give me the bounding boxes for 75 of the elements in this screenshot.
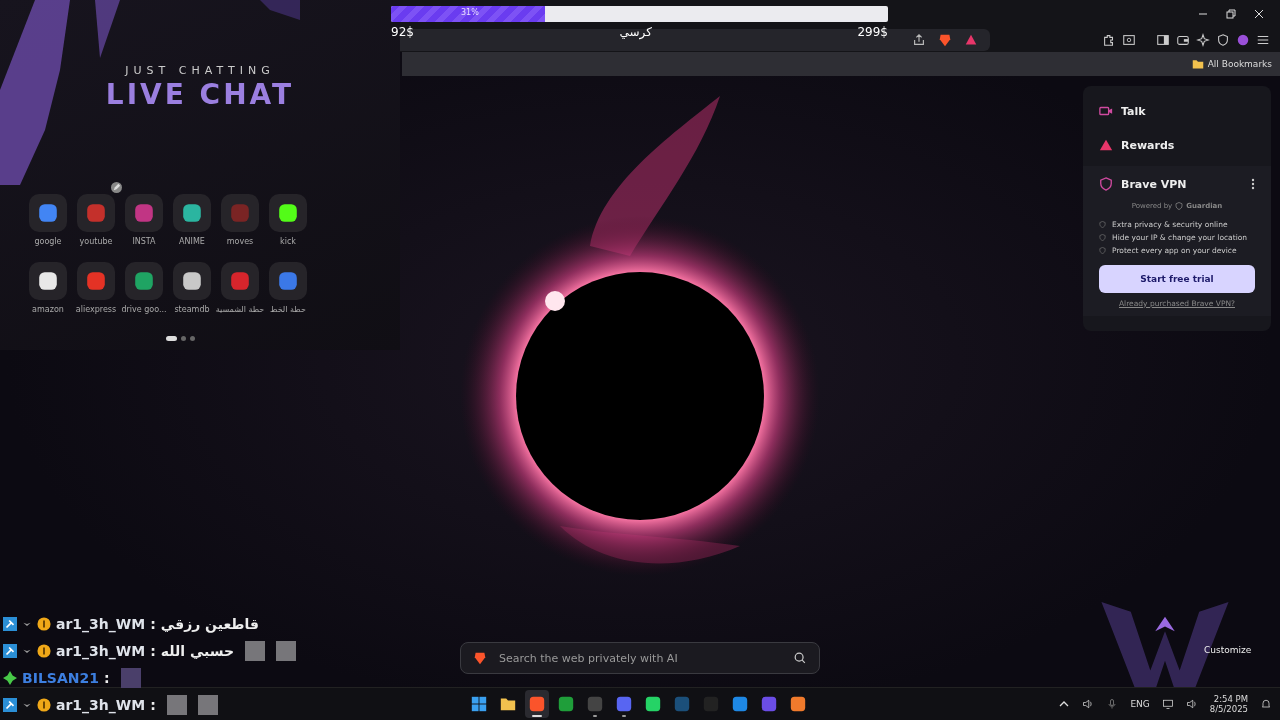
chat-username: ar1_3h_WM: [56, 616, 146, 632]
emote-image: [245, 641, 266, 661]
silhouette-drawing: [260, 0, 300, 20]
hammer-badge-icon: [3, 617, 17, 631]
chat-separator: :: [150, 697, 156, 713]
goal-amount: 299$: [857, 25, 888, 39]
app-icon: [615, 695, 633, 713]
puzzle-icon[interactable]: [1102, 33, 1116, 47]
menu-icon[interactable]: [1256, 33, 1270, 47]
close-icon[interactable]: [1254, 9, 1264, 19]
search-icon[interactable]: [1122, 33, 1136, 47]
customize-button[interactable]: Customize: [1204, 645, 1252, 655]
panel-item[interactable]: Talk: [1083, 94, 1271, 128]
chat-separator: :: [103, 670, 110, 686]
app-icon: [528, 695, 546, 713]
sparkle-icon[interactable]: [1196, 33, 1210, 47]
clock[interactable]: 2:54 PM 8/5/2025: [1209, 693, 1248, 715]
chat-separator: :: [150, 643, 156, 659]
app-icon: [731, 695, 749, 713]
emote-image: [166, 695, 187, 715]
gem-badge-icon: [3, 671, 17, 685]
search-field[interactable]: Search the web privately with AI: [460, 642, 820, 674]
sidebar-icon[interactable]: [1156, 33, 1170, 47]
shield-icon: [1099, 177, 1113, 191]
taskbar-app[interactable]: [525, 690, 549, 718]
silhouette-drawing: [95, 0, 120, 58]
overlay-subtitle: JUST CHATTING: [123, 64, 276, 77]
coin-badge-icon: [37, 617, 51, 631]
vpn-title: Brave VPN: [1121, 177, 1187, 191]
overlay-title: LIVE CHAT: [104, 78, 296, 111]
current-amount: 92$: [391, 25, 414, 39]
speaker-icon[interactable]: [1185, 698, 1198, 710]
emote-image: [276, 641, 297, 661]
camera-icon: [1099, 104, 1113, 118]
app-icon: [586, 695, 604, 713]
page-dot[interactable]: [190, 336, 195, 341]
app-icon: [789, 695, 807, 713]
folder-icon: [1191, 58, 1204, 70]
panel-item[interactable]: Rewards: [1083, 128, 1271, 162]
app-icon: [644, 695, 662, 713]
pencil-icon[interactable]: [111, 182, 122, 193]
chat-separator: :: [150, 616, 156, 632]
coin-badge-icon: [37, 644, 51, 658]
language-indicator[interactable]: ENG: [1130, 699, 1150, 709]
chat-username: ar1_3h_WM: [56, 697, 146, 713]
hammer-badge-icon: [3, 698, 17, 712]
shield-icon[interactable]: [1216, 33, 1230, 47]
goal-title: كرسي: [619, 25, 652, 39]
app-icon: [673, 695, 691, 713]
windows-icon: [470, 695, 488, 713]
more-icon[interactable]: [1251, 178, 1255, 190]
speaker-icon[interactable]: [1082, 698, 1095, 710]
shield-icon: [1175, 202, 1184, 210]
wallet-icon[interactable]: [1176, 33, 1190, 47]
share-icon[interactable]: [912, 33, 926, 47]
search-icon: [793, 651, 807, 665]
chat-message: حسبي الله: [160, 643, 235, 659]
restore-icon[interactable]: [1226, 9, 1236, 19]
app-icon: [557, 695, 575, 713]
triangle-icon: [1099, 138, 1113, 152]
page-dot[interactable]: [181, 336, 186, 341]
bookmarks-link[interactable]: All Bookmarks: [1207, 59, 1272, 69]
microphone-icon[interactable]: [1106, 698, 1119, 710]
hammer-badge-icon: [3, 644, 17, 658]
notification-icon[interactable]: [1260, 698, 1272, 710]
chat-username: BILSAN21: [22, 670, 99, 686]
triangle-icon[interactable]: [964, 33, 978, 47]
chat-username: ar1_3h_WM: [56, 643, 146, 659]
monitor-icon[interactable]: [1161, 698, 1174, 710]
app-icon: [760, 695, 778, 713]
chat-message: قاطعين رزقي: [160, 616, 259, 632]
start-trial-button[interactable]: Start free trial: [1099, 265, 1255, 293]
progress-percent: 31%: [461, 8, 479, 17]
emote-image: [120, 668, 141, 688]
emote-image: [197, 695, 218, 715]
